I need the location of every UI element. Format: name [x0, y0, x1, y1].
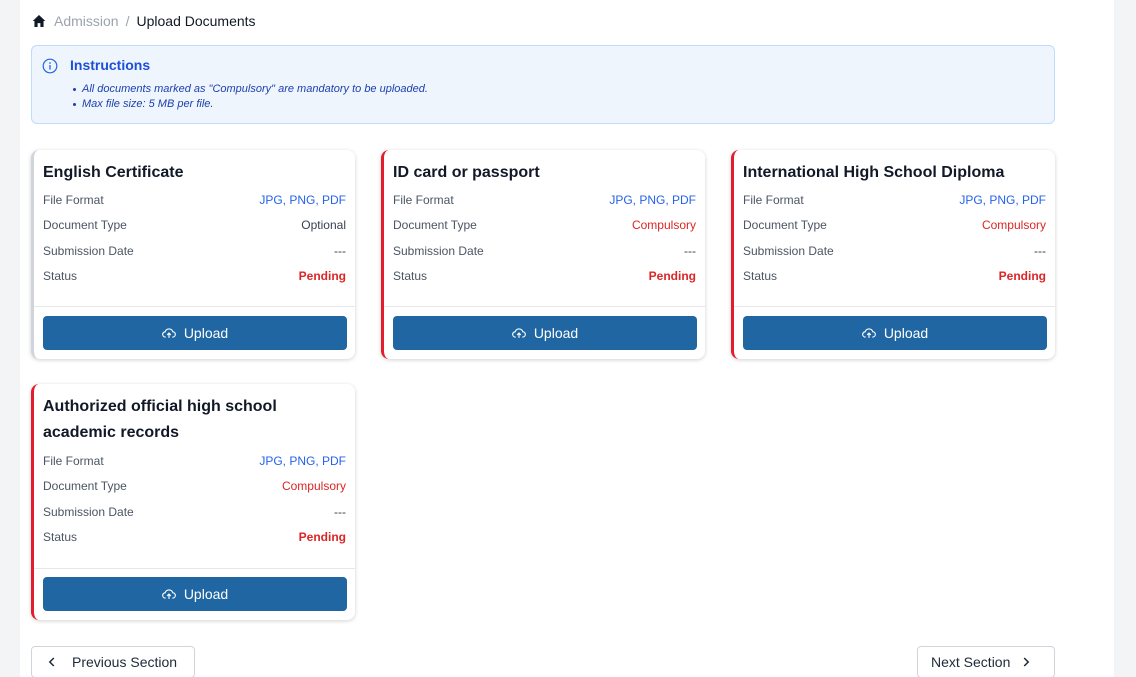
submission-date-label: Submission Date: [393, 243, 484, 258]
document-type-label: Document Type: [393, 218, 477, 233]
document-type-row: Document Type Compulsory: [393, 213, 696, 239]
document-card-english-certificate: English Certificate File Format JPG, PNG,…: [31, 150, 355, 359]
cloud-upload-icon: [511, 326, 526, 340]
upload-label: Upload: [533, 325, 579, 341]
status-value: Pending: [298, 269, 346, 284]
submission-date-value: ---: [334, 504, 346, 519]
upload-label: Upload: [883, 325, 929, 341]
document-type-label: Document Type: [43, 479, 127, 494]
status-label: Status: [393, 269, 428, 284]
file-format-row: File Format JPG, PNG, PDF: [43, 448, 346, 474]
chevron-right-icon: [1020, 656, 1032, 668]
status-label: Status: [43, 269, 78, 284]
instruction-item: Max file size: 5 MB per file.: [73, 97, 428, 112]
instructions-list: All documents marked as "Compulsory" are…: [73, 82, 428, 112]
card-title: ID card or passport: [393, 164, 540, 181]
submission-date-row: Submission Date ---: [743, 238, 1046, 264]
upload-button[interactable]: Upload: [393, 316, 697, 350]
document-type-row: Document Type Compulsory: [43, 474, 346, 500]
next-section-button[interactable]: Next Section: [917, 646, 1055, 677]
page: Admission / Upload Documents Instruction…: [0, 0, 1136, 677]
card-title: International High School Diploma: [743, 164, 1005, 181]
file-format-row: File Format JPG, PNG, PDF: [743, 187, 1046, 213]
file-format-value: JPG, PNG, PDF: [609, 192, 696, 207]
upload-button[interactable]: Upload: [743, 316, 1047, 350]
file-format-value: JPG, PNG, PDF: [259, 453, 346, 468]
status-label: Status: [743, 269, 778, 284]
document-type-value: Compulsory: [981, 218, 1046, 233]
submission-date-value: ---: [334, 243, 346, 258]
upload-button[interactable]: Upload: [43, 316, 347, 350]
instruction-item: All documents marked as "Compulsory" are…: [73, 83, 428, 95]
breadcrumb: Admission / Upload Documents: [32, 12, 256, 30]
cloud-upload-icon: [161, 326, 176, 340]
file-format-value: JPG, PNG, PDF: [959, 192, 1046, 207]
card-title: Authorized official high school academic…: [43, 398, 277, 441]
file-format-row: File Format JPG, PNG, PDF: [393, 187, 696, 213]
upload-button[interactable]: Upload: [43, 577, 347, 611]
file-format-value: JPG, PNG, PDF: [259, 192, 346, 207]
file-format-label: File Format: [393, 192, 454, 207]
card-divider: [34, 568, 355, 569]
submission-date-row: Submission Date ---: [43, 499, 346, 525]
submission-date-row: Submission Date ---: [393, 238, 696, 264]
submission-date-label: Submission Date: [43, 243, 134, 258]
previous-section-button[interactable]: Previous Section: [31, 646, 195, 677]
file-format-label: File Format: [43, 192, 104, 207]
submission-date-row: Submission Date ---: [43, 238, 346, 264]
card-details: File Format JPG, PNG, PDF Document Type Co…: [43, 448, 346, 550]
document-type-value: Optional: [301, 218, 346, 233]
breadcrumb-current: Upload Documents: [136, 13, 256, 29]
breadcrumb-separator: /: [125, 13, 130, 29]
chevron-left-icon: [46, 656, 58, 668]
file-format-label: File Format: [743, 192, 804, 207]
upload-label: Upload: [183, 586, 229, 602]
card-divider: [384, 306, 705, 307]
card-details: File Format JPG, PNG, PDF Document Type Co…: [743, 187, 1046, 289]
document-type-label: Document Type: [743, 218, 827, 233]
submission-date-value: ---: [1034, 243, 1046, 258]
document-type-row: Document Type Optional: [43, 213, 346, 239]
status-label: Status: [43, 530, 78, 545]
status-row: Status Pending: [43, 525, 346, 551]
next-section-label: Next Section: [931, 654, 1011, 670]
previous-section-label: Previous Section: [72, 654, 178, 670]
document-type-row: Document Type Compulsory: [743, 213, 1046, 239]
document-card-academic-records: Authorized official high school academic…: [31, 384, 355, 620]
status-value: Pending: [998, 269, 1046, 284]
status-row: Status Pending: [43, 264, 346, 290]
card-divider: [34, 306, 355, 307]
card-title: English Certificate: [43, 164, 184, 181]
home-icon[interactable]: [32, 14, 46, 28]
document-card-id-card: ID card or passport File Format JPG, PNG,…: [381, 150, 705, 359]
card-details: File Format JPG, PNG, PDF Document Type Op…: [43, 187, 346, 289]
status-row: Status Pending: [393, 264, 696, 290]
file-format-label: File Format: [43, 453, 104, 468]
status-row: Status Pending: [743, 264, 1046, 290]
cloud-upload-icon: [861, 326, 876, 340]
document-card-high-school-diploma: International High School Diploma File F…: [731, 150, 1055, 359]
submission-date-label: Submission Date: [743, 243, 834, 258]
document-type-label: Document Type: [43, 218, 127, 233]
file-format-row: File Format JPG, PNG, PDF: [43, 187, 346, 213]
submission-date-value: ---: [684, 243, 696, 258]
instructions-title: Instructions: [70, 57, 151, 73]
submission-date-label: Submission Date: [43, 504, 134, 519]
card-details: File Format JPG, PNG, PDF Document Type Co…: [393, 187, 696, 289]
status-value: Pending: [298, 530, 346, 545]
status-value: Pending: [648, 269, 696, 284]
breadcrumb-admission[interactable]: Admission: [54, 13, 119, 29]
document-type-value: Compulsory: [281, 479, 346, 494]
card-divider: [734, 306, 1055, 307]
document-type-value: Compulsory: [631, 218, 696, 233]
cloud-upload-icon: [161, 587, 176, 601]
info-icon: [42, 58, 58, 74]
upload-label: Upload: [183, 325, 229, 341]
instructions-panel: Instructions All documents marked as "Co…: [31, 45, 1055, 124]
